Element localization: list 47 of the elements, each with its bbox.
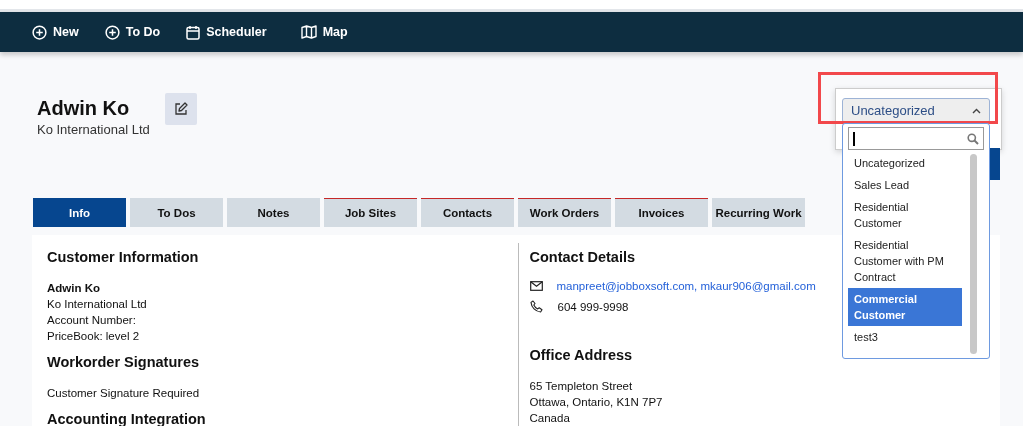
section-heading: Customer Information [47, 249, 199, 265]
edit-icon [173, 102, 188, 116]
dropdown-option[interactable]: Residential Customer with PM Contract [848, 234, 962, 288]
plus-icon [32, 24, 47, 40]
map-icon [300, 25, 317, 39]
info-text: PriceBook: level 2 [47, 329, 141, 344]
info-text: Customer Signature Required [47, 386, 201, 401]
tab[interactable]: Invoices [615, 198, 708, 227]
dropdown-option[interactable]: Residential Customer [848, 196, 962, 234]
nav-link[interactable]: New [32, 24, 79, 40]
info-text: Ko International Ltd [47, 297, 148, 312]
edit-button[interactable] [164, 93, 197, 125]
address-line: 65 Templeton Street [529, 379, 634, 394]
company-name: Ko International Ltd [37, 122, 150, 137]
section-heading: Workorder Signatures [47, 354, 200, 370]
tab[interactable]: Notes [227, 198, 320, 227]
tab[interactable]: Work Orders [518, 198, 611, 227]
tab[interactable]: Contacts [421, 198, 514, 227]
tab[interactable]: Recurring Work [712, 198, 805, 227]
customer-name: Adwin Ko [37, 97, 131, 120]
phone-icon [529, 300, 543, 313]
scrollbar[interactable] [970, 154, 977, 354]
nav-link[interactable]: To Do [104, 24, 161, 40]
email-link[interactable]: manpreet@jobboxsoft.com, mkaur906@gmail.com [556, 280, 816, 292]
nav-link[interactable]: Scheduler [186, 24, 267, 40]
mail-icon [529, 281, 543, 291]
plus-icon [104, 24, 120, 40]
tab[interactable]: To Dos [130, 198, 223, 227]
section-heading: Office Address [529, 347, 633, 363]
address-line: Ottawa, Ontario, K1N 7P7 [529, 395, 664, 410]
tab[interactable]: Job Sites [324, 198, 417, 227]
dropdown-option[interactable]: test3 [848, 326, 962, 348]
nav-link[interactable]: Map [300, 25, 348, 39]
dropdown-option[interactable]: Commercial Customer [848, 288, 962, 326]
section-heading: Contact Details [529, 249, 636, 265]
dropdown-option[interactable]: Sales Lead [848, 174, 962, 196]
category-select[interactable]: Uncategorized [842, 98, 990, 123]
info-text: Adwin Ko [47, 281, 102, 296]
info-text: Account Number: [47, 313, 137, 328]
phone-number: 604 999-9998 [557, 300, 629, 313]
dropdown-option[interactable]: Uncategorized [848, 152, 962, 174]
search-icon [967, 132, 979, 145]
calendar-icon [186, 24, 201, 40]
chevron-icon [972, 107, 981, 114]
address-line: Canada [529, 411, 571, 426]
search-field[interactable] [848, 127, 984, 150]
tab[interactable]: Info [33, 198, 126, 227]
